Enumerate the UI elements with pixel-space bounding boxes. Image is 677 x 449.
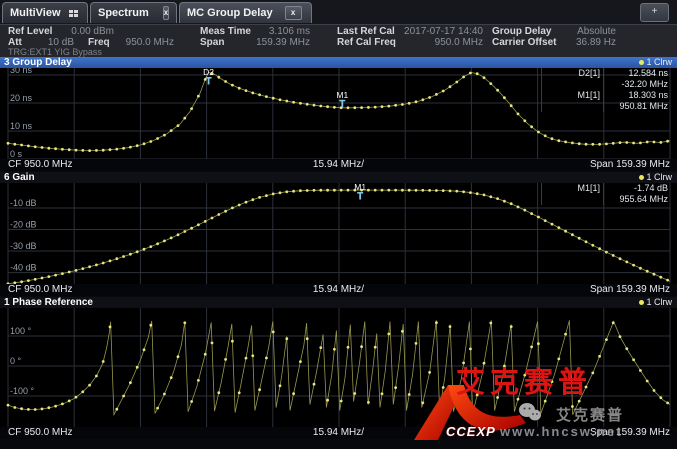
last-ref-cal-value: 2017-07-17 14:40 (399, 26, 483, 37)
svg-text:M1: M1 (336, 90, 348, 100)
group-delay-mode-value: Absolute (562, 26, 616, 37)
phase-plot[interactable]: 100 ° 0 ° -100 ° (0, 308, 677, 427)
tab-spectrum[interactable]: Spectrum x (90, 2, 177, 23)
window-group-delay: 3 Group Delay 1 Clrw 30 ns 20 ns 10 ns 0 s D… (0, 57, 677, 171)
scale-per-div-label: 15.94 MHz/ (0, 159, 677, 171)
svg-text:-20 dB: -20 dB (10, 220, 37, 230)
window-phase-reference: 1 Phase Reference 1 Clrw 100 °0 °-100 ° … (0, 297, 677, 439)
trigger-status: TRG:EXT1 YIG Bypass (8, 48, 102, 57)
svg-text:20 ns: 20 ns (10, 93, 33, 103)
window-gain-title: 6 Gain (4, 172, 35, 183)
meas-time-label: Meas Time (200, 26, 254, 37)
scale-per-div-label: 15.94 MHz/ (0, 284, 677, 296)
meas-time-value: 3.106 ms (254, 26, 310, 37)
window-gain-titlebar[interactable]: 6 Gain 1 Clrw (0, 172, 677, 183)
tab-multiview[interactable]: MultiView (2, 2, 88, 23)
phase-trace: 100 ° 0 ° -100 ° (0, 308, 677, 427)
span-footer-label: Span 159.39 MHz (590, 159, 670, 171)
tab-multiview-label: MultiView (10, 7, 61, 19)
last-ref-cal-label: Last Ref Cal (337, 26, 399, 37)
svg-text:10 ns: 10 ns (10, 121, 33, 131)
trace1-color-dot-icon (639, 60, 644, 65)
span-footer-label: Span 159.39 MHz (590, 427, 670, 439)
tab-spectrum-close-icon[interactable]: x (163, 6, 169, 20)
scale-per-div-label: 15.94 MHz/ (0, 427, 677, 439)
analyzer-app: MultiView Spectrum x MC Group Delay x + … (0, 0, 677, 449)
gain-marker-table: M1[1]-1.74 dB 955.64 MHz (541, 183, 670, 205)
group-delay-mode-label: Group Delay (492, 26, 562, 37)
svg-text:0 s: 0 s (10, 149, 23, 159)
window-group-delay-titlebar[interactable]: 3 Group Delay 1 Clrw (0, 57, 677, 68)
phase-axis-bar: CF 950.0 MHz 15.94 MHz/ Span 159.39 MHz (0, 427, 677, 439)
header-col-refcal: Last Ref Cal 2017-07-17 14:40 Ref Cal Fr… (337, 26, 483, 48)
group-delay-axis-bar: CF 950.0 MHz 15.94 MHz/ Span 159.39 MHz (0, 159, 677, 171)
svg-text:100 °: 100 ° (10, 326, 32, 336)
svg-text:M1: M1 (354, 183, 366, 192)
window-group-delay-title: 3 Group Delay (4, 57, 72, 68)
svg-text:0 °: 0 ° (10, 356, 22, 366)
header-col-gd: Group Delay Absolute Carrier Offset 36.8… (492, 26, 616, 48)
new-channel-button[interactable]: + (640, 3, 669, 22)
window-phase-title: 1 Phase Reference (4, 297, 93, 308)
span-footer-label: Span 159.39 MHz (590, 284, 670, 296)
freq-value: 950.0 MHz (116, 37, 174, 48)
svg-text:-30 dB: -30 dB (10, 241, 37, 251)
carrier-offset-value: 36.89 Hz (562, 37, 616, 48)
group-delay-plot[interactable]: 30 ns 20 ns 10 ns 0 s D2 M1 D2[1]12.584 ns -3… (0, 68, 677, 159)
group-delay-marker-table: D2[1]12.584 ns -32.20 MHz M1[1]18.303 ns… (541, 68, 670, 112)
gain-plot[interactable]: -10 dB -20 dB -30 dB -40 dB M1 M1[1]-1.74 dB… (0, 183, 677, 284)
tab-spectrum-label: Spectrum (98, 7, 149, 19)
ref-level-value: 0.00 dBm (58, 26, 114, 37)
channel-tab-bar: MultiView Spectrum x MC Group Delay x + (0, 0, 677, 25)
window-gain: 6 Gain 1 Clrw -10 dB -20 dB -30 dB -40 dB M1… (0, 172, 677, 296)
span-label: Span (200, 37, 254, 48)
trace-legend: 1 Clrw (639, 172, 672, 183)
svg-text:D2: D2 (203, 68, 214, 77)
carrier-offset-label: Carrier Offset (492, 37, 562, 48)
svg-text:-100 °: -100 ° (10, 386, 35, 396)
span-value: 159.39 MHz (254, 37, 310, 48)
multiview-grid-icon (69, 10, 78, 17)
ref-cal-freq-value: 950.0 MHz (399, 37, 483, 48)
svg-text:-10 dB: -10 dB (10, 198, 37, 208)
trace-legend: 1 Clrw (639, 57, 672, 68)
tab-mc-group-delay-close-icon[interactable]: x (285, 6, 302, 20)
header-col-level: Ref Level 0.00 dBm Att 10 dB Freq 950.0 … (8, 26, 174, 48)
ref-cal-freq-label: Ref Cal Freq (337, 37, 399, 48)
trace1-color-dot-icon (639, 300, 644, 305)
tab-mc-group-delay-label: MC Group Delay (187, 7, 273, 19)
ref-level-label: Ref Level (8, 26, 58, 37)
tab-mc-group-delay[interactable]: MC Group Delay x (179, 2, 312, 23)
svg-text:-40 dB: -40 dB (10, 263, 37, 273)
channel-info-bar[interactable]: Ref Level 0.00 dBm Att 10 dB Freq 950.0 … (0, 25, 677, 57)
trace1-color-dot-icon (639, 175, 644, 180)
header-col-meas: Meas Time 3.106 ms Span 159.39 MHz (200, 26, 310, 48)
gain-axis-bar: CF 950.0 MHz 15.94 MHz/ Span 159.39 MHz (0, 284, 677, 296)
trace-legend: 1 Clrw (639, 297, 672, 308)
svg-text:30 ns: 30 ns (10, 68, 33, 75)
window-phase-titlebar[interactable]: 1 Phase Reference 1 Clrw (0, 297, 677, 308)
